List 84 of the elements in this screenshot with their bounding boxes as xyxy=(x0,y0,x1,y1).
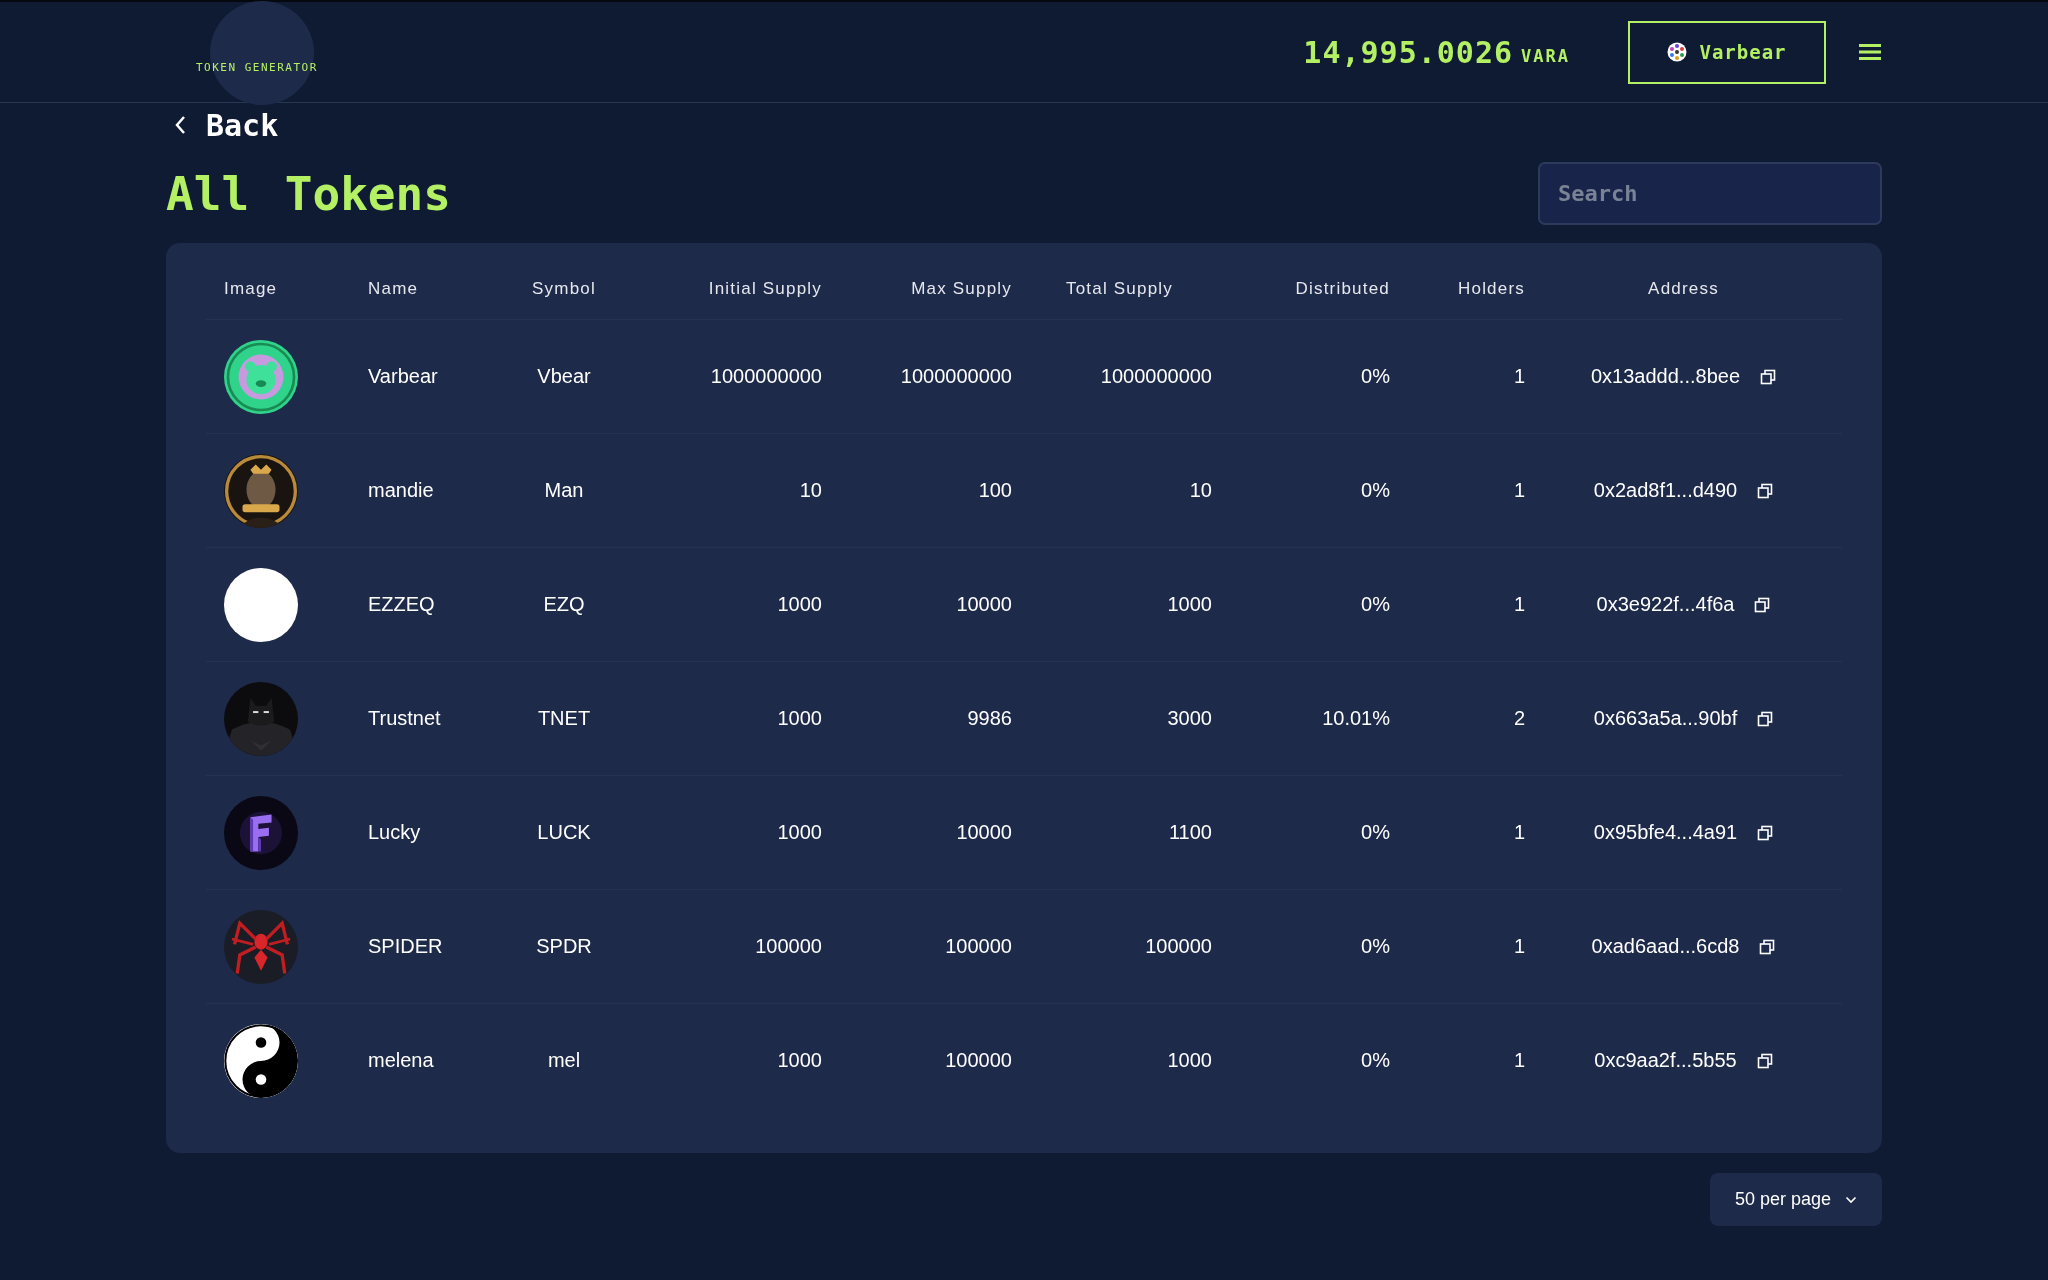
table-cell-text: 1000 xyxy=(776,593,822,616)
table-cell: 0x663a5a...90bf xyxy=(1593,707,1738,730)
copy-icon[interactable] xyxy=(1757,710,1774,727)
table-cell-text: Lucky xyxy=(368,821,422,844)
table-cell-text: 100000 xyxy=(944,935,1012,958)
table-cell-text: Varbear xyxy=(368,365,439,388)
table-cell-text: TNET xyxy=(536,707,592,730)
menu-icon[interactable] xyxy=(1858,42,1882,62)
table-cell-text: 1 xyxy=(1512,593,1525,616)
page-title: All Tokens xyxy=(166,166,451,221)
copy-icon[interactable] xyxy=(1757,482,1774,499)
table-cell-text: 1000 xyxy=(776,821,822,844)
table-cell-text: 1 xyxy=(1512,365,1525,388)
table-cell: 0x3e922f...4f6a xyxy=(1596,593,1735,616)
table-cell-text: 10 xyxy=(1188,479,1212,502)
table-cell-text: 10.01% xyxy=(1321,707,1390,730)
column-header: Image xyxy=(223,279,279,299)
column-header: Symbol xyxy=(531,279,597,299)
table-cell: 0x13addd...8bee xyxy=(1591,365,1740,388)
table-cell: 0x95bfe4...4a91 xyxy=(1593,821,1738,844)
table-cell: 0xad6aad...6cd8 xyxy=(1591,935,1740,958)
table-cell-text: 3000 xyxy=(1166,707,1212,730)
copy-icon[interactable] xyxy=(1754,596,1771,613)
account-button[interactable]: Varbear xyxy=(1628,20,1826,84)
table-cell-text: 10000 xyxy=(955,821,1012,844)
table-cell-text: 100 xyxy=(977,479,1012,502)
balance-amount: 14,995.0026 xyxy=(1303,34,1514,70)
column-header: Initial Supply xyxy=(707,279,822,299)
table-cell-text: 100000 xyxy=(1144,935,1212,958)
table-cell-text: 0% xyxy=(1360,479,1390,502)
table-cell-text: 1 xyxy=(1512,935,1525,958)
table-cell-text: LUCK xyxy=(536,821,592,844)
table-cell-text: 2 xyxy=(1512,707,1525,730)
table-cell-text: 9986 xyxy=(966,707,1012,730)
back-link[interactable]: Back xyxy=(174,110,279,140)
currency-label: VARA xyxy=(1521,46,1570,66)
column-header: Max Supply xyxy=(910,279,1012,299)
table-cell-text: 0% xyxy=(1360,1049,1390,1072)
table-cell-text: 1000000000 xyxy=(1099,365,1212,388)
caret-icon xyxy=(1845,1195,1858,1204)
table-cell-text: 1000000000 xyxy=(709,365,822,388)
table-cell-text: 1000 xyxy=(1166,593,1212,616)
table-cell-text: 0% xyxy=(1360,593,1390,616)
table-cell-text: 1000000000 xyxy=(899,365,1012,388)
table-cell-text: 1100 xyxy=(1168,821,1212,844)
table-cell-text: EZZEQ xyxy=(368,593,436,616)
copy-icon[interactable] xyxy=(1757,824,1774,841)
table-cell-text: 100000 xyxy=(754,935,822,958)
table-cell-text: mel xyxy=(546,1049,582,1072)
table-cell-text: EZQ xyxy=(542,593,586,616)
table-cell-text: 1000 xyxy=(1166,1049,1212,1072)
identicon-icon xyxy=(1667,42,1688,62)
table-cell-text: SPDR xyxy=(535,935,593,958)
column-header: Total Supply xyxy=(1065,279,1174,299)
search-field[interactable]: Search xyxy=(1538,162,1882,225)
logo-text[interactable]: TOKEN GENERATOR xyxy=(196,60,318,74)
copy-icon[interactable] xyxy=(1756,1052,1773,1069)
table-cell-text: 1000 xyxy=(776,707,822,730)
chevron-left-icon xyxy=(174,115,186,135)
column-header: Distributed xyxy=(1294,279,1390,299)
column-header: Address xyxy=(1647,279,1720,299)
table-cell-text: melena xyxy=(368,1049,435,1072)
table-cell-text: 0% xyxy=(1360,821,1390,844)
table-cell-text: Vbear xyxy=(536,365,592,388)
table-cell-text: 10000 xyxy=(955,593,1012,616)
table-cell-text: 1 xyxy=(1512,479,1525,502)
column-header: Holders xyxy=(1457,279,1525,299)
table-cell-text: 100000 xyxy=(944,1049,1012,1072)
copy-icon[interactable] xyxy=(1760,368,1776,385)
table-cell-text: 1 xyxy=(1512,1049,1525,1072)
table-cell-text: mandie xyxy=(368,479,435,502)
table-cell-text: 10 xyxy=(798,479,822,502)
table-cell-text: SPIDER xyxy=(368,935,444,958)
table-cell-text: 0% xyxy=(1360,365,1390,388)
table-cell-text: Man xyxy=(543,479,585,502)
per-page-dropdown[interactable]: 50 per page xyxy=(1710,1173,1882,1226)
table-cell-text: Trustnet xyxy=(368,707,442,730)
column-header: Name xyxy=(368,279,420,299)
table-cell-text: 0% xyxy=(1360,935,1390,958)
table-cell-text: 1 xyxy=(1512,821,1525,844)
table-cell: 0xc9aa2f...5b55 xyxy=(1594,1049,1737,1072)
table-cell-text: 1000 xyxy=(776,1049,822,1072)
table-cell: 0x2ad8f1...d490 xyxy=(1593,479,1738,502)
copy-icon[interactable] xyxy=(1759,938,1776,955)
